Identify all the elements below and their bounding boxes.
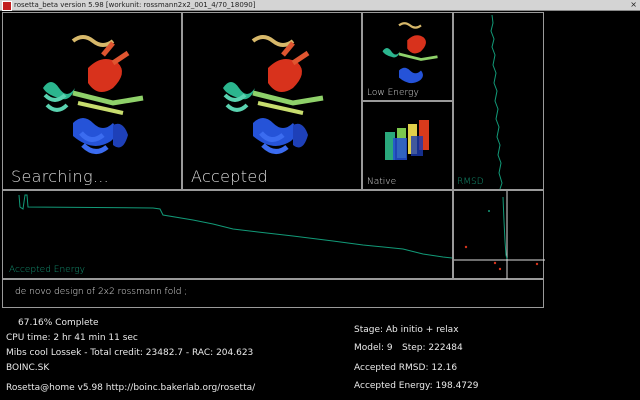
accepted-energy-value: Accepted Energy: 198.4729 <box>354 381 479 391</box>
rmsd-label: RMSD <box>457 177 484 187</box>
rmsd-panel: RMSD <box>453 12 544 190</box>
low-energy-panel: Low Energy <box>362 12 453 101</box>
native-label: Native <box>367 177 397 187</box>
energy-vs-rmsd-panel <box>453 190 545 280</box>
workunit-description: de novo design of 2x2 rossmann fold ; <box>15 287 188 297</box>
description-bar: de novo design of 2x2 rossmann fold ; <box>2 279 544 308</box>
searching-panel: Searching... <box>2 12 182 190</box>
protein-model-accepted <box>223 35 324 154</box>
model-number: Model: 9 <box>354 343 393 353</box>
accepted-panel: Accepted <box>182 12 362 190</box>
close-button[interactable]: × <box>630 0 637 10</box>
app-icon <box>2 1 12 11</box>
accepted-label: Accepted <box>191 167 268 186</box>
accepted-rmsd: Accepted RMSD: 12.16 <box>354 363 458 373</box>
searching-label: Searching... <box>11 167 110 186</box>
stage-info: Stage: Ab initio + relax <box>354 325 459 335</box>
low-energy-label: Low Energy <box>367 88 419 98</box>
step-number: Step: 222484 <box>402 343 463 353</box>
energy-vs-rmsd-scatter <box>454 191 545 280</box>
native-panel: Native <box>362 101 453 190</box>
percent-complete: 67.16% Complete <box>18 318 99 328</box>
accepted-energy-label: Accepted Energy <box>9 265 85 275</box>
version-info: Rosetta@home v5.98 http://boinc.bakerlab… <box>6 383 256 393</box>
accepted-energy-panel: Accepted Energy <box>2 190 453 279</box>
cpu-time: CPU time: 2 hr 41 min 11 sec <box>6 333 138 343</box>
protein-model-searching <box>43 35 144 154</box>
window-title: rosetta_beta version 5.98 [workunit: ros… <box>14 1 256 9</box>
team-name: BOINC.SK <box>6 363 50 373</box>
window-titlebar: rosetta_beta version 5.98 [workunit: ros… <box>0 0 640 11</box>
user-credit: Mibs cool Lossek - Total credit: 23482.7… <box>6 348 254 358</box>
rmsd-trace <box>490 14 503 190</box>
